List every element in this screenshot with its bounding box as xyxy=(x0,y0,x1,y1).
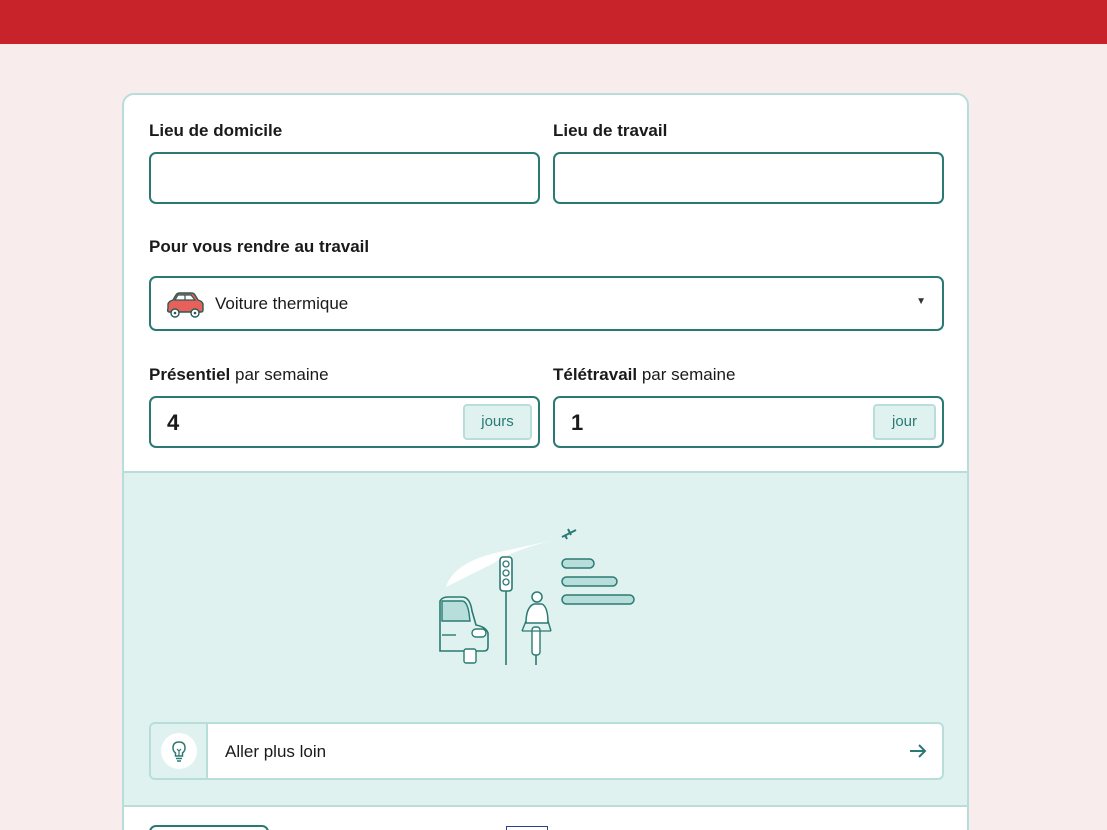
onsite-label-bold: Présentiel xyxy=(149,365,231,384)
go-further-icon-cell xyxy=(151,724,208,778)
remote-label-bold: Télétravail xyxy=(553,365,638,384)
dropdown-arrow-icon: ▼ xyxy=(916,296,926,307)
transport-select[interactable]: Voiture thermique ▼ xyxy=(149,276,944,331)
onsite-label: Présentiel par semaine xyxy=(149,365,329,385)
go-further-link[interactable]: Aller plus loin xyxy=(149,722,944,780)
home-input[interactable] xyxy=(149,152,540,204)
onsite-label-rest: par semaine xyxy=(235,365,329,384)
remote-days-input[interactable]: 1 jour xyxy=(553,396,944,448)
transport-selected-value: Voiture thermique xyxy=(215,294,349,313)
remote-label: Télétravail par semaine xyxy=(553,365,735,385)
commute-illustration xyxy=(439,528,635,665)
top-bar xyxy=(0,0,1107,44)
remote-unit-badge: jour xyxy=(873,404,936,440)
partner-logo xyxy=(506,826,548,830)
flag-icon xyxy=(436,826,460,830)
remote-days-value: 1 xyxy=(571,410,584,435)
lightbulb-icon xyxy=(161,733,197,769)
work-input[interactable] xyxy=(553,152,944,204)
footer-button[interactable] xyxy=(149,825,269,830)
remote-label-rest: par semaine xyxy=(641,365,736,384)
illustration-panel: Aller plus loin xyxy=(124,471,967,807)
onsite-unit-badge: jours xyxy=(463,404,532,440)
work-label: Lieu de travail xyxy=(553,121,668,140)
car-icon xyxy=(164,290,204,325)
onsite-days-input[interactable]: 4 jours xyxy=(149,396,540,448)
onsite-days-value: 4 xyxy=(167,410,180,435)
arrow-right-icon xyxy=(908,741,928,766)
home-label: Lieu de domicile xyxy=(149,121,283,140)
commute-form-card: Lieu de domicile Lieu de travail Pour vo… xyxy=(122,93,969,830)
go-further-label: Aller plus loin xyxy=(225,742,327,761)
transport-label: Pour vous rendre au travail xyxy=(149,237,370,256)
